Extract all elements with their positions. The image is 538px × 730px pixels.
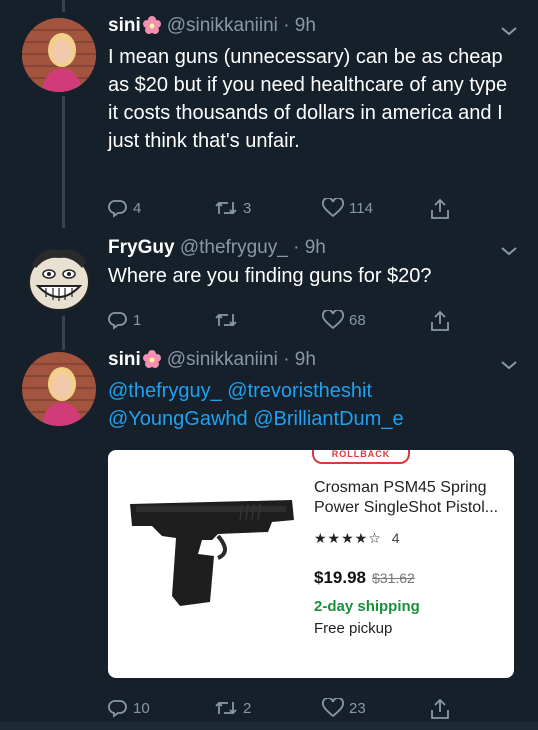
avatar[interactable] — [22, 352, 96, 426]
separator-dot: · — [283, 15, 290, 36]
retweet-button[interactable]: 2 — [214, 698, 251, 718]
flower-emoji-icon — [142, 350, 161, 375]
reply-icon — [108, 312, 127, 330]
pickup-info: Free pickup — [314, 620, 393, 637]
heart-icon — [322, 698, 344, 718]
star-icons: ★★★★☆ — [314, 530, 382, 546]
timestamp[interactable]: 9h — [295, 349, 316, 370]
tweet[interactable]: FryGuy @thefryguy_ · 9h Where are you fi… — [0, 230, 538, 350]
tweet-actions: 10 2 23 — [108, 698, 450, 722]
retweet-icon — [215, 701, 237, 715]
reply-button[interactable]: 4 — [108, 198, 141, 218]
timestamp[interactable]: 9h — [295, 15, 316, 36]
share-icon — [431, 198, 449, 219]
reply-count: 4 — [133, 199, 142, 217]
retweet-icon — [215, 201, 237, 215]
reply-icon — [108, 200, 127, 218]
current-price: $19.98 — [314, 568, 366, 587]
like-count: 23 — [349, 699, 366, 717]
retweet-button[interactable] — [214, 310, 243, 330]
reply-count: 10 — [133, 699, 150, 717]
reply-button[interactable]: 10 — [108, 698, 150, 718]
share-icon — [431, 698, 449, 719]
tweet[interactable]: sini @sinikkaniini · 9h I mean guns (unne… — [0, 0, 538, 230]
separator-dot: · — [283, 349, 290, 370]
share-icon — [431, 310, 449, 331]
heart-icon — [322, 310, 344, 330]
flower-emoji-icon — [142, 16, 161, 41]
chevron-down-icon[interactable] — [500, 358, 518, 370]
display-name[interactable]: sini — [108, 349, 141, 370]
like-count: 114 — [349, 199, 373, 217]
reply-count: 1 — [133, 311, 142, 329]
username[interactable]: @thefryguy_ — [180, 237, 288, 258]
old-price: $31.62 — [372, 570, 415, 586]
share-button[interactable] — [430, 698, 450, 720]
reply-icon — [108, 700, 127, 718]
display-name[interactable]: FryGuy — [108, 237, 175, 258]
retweet-count: 2 — [243, 699, 252, 717]
chevron-down-icon[interactable] — [500, 244, 518, 256]
share-button[interactable] — [430, 310, 450, 332]
heart-icon — [322, 198, 344, 218]
rollback-badge: ROLLBACK — [312, 450, 410, 464]
tweet-actions: 1 68 — [108, 310, 450, 334]
retweet-count: 3 — [243, 199, 252, 217]
next-tweet-edge — [0, 722, 538, 730]
rating-stars: ★★★★☆ 4 — [314, 530, 401, 547]
retweet-button[interactable]: 3 — [214, 198, 251, 218]
product-title: Crosman PSM45 Spring Power SingleShot Pi… — [314, 479, 499, 516]
retweet-icon — [215, 313, 237, 327]
display-name[interactable]: sini — [108, 15, 141, 36]
username[interactable]: @sinikkaniini — [167, 15, 278, 36]
like-button[interactable]: 23 — [322, 698, 366, 718]
share-button[interactable] — [430, 198, 450, 220]
shipping-info: 2-day shipping — [314, 598, 420, 615]
tweet-text: I mean guns (unnecessary) can be as chea… — [108, 46, 508, 152]
like-button[interactable]: 114 — [322, 198, 373, 218]
product-price: $19.98 $31.62 — [314, 568, 415, 588]
avatar[interactable] — [22, 18, 96, 92]
like-button[interactable]: 68 — [322, 310, 366, 330]
tweet-actions: 4 3 114 — [108, 198, 450, 222]
mention-links[interactable]: @thefryguy_ @trevoristheshit — [108, 377, 514, 405]
timestamp[interactable]: 9h — [305, 237, 326, 258]
chevron-down-icon[interactable] — [500, 24, 518, 36]
pistol-image — [122, 474, 302, 614]
reply-button[interactable]: 1 — [108, 310, 141, 330]
mention-links[interactable]: @YoungGawhd @BrilliantDum_e — [108, 405, 514, 433]
username[interactable]: @sinikkaniini — [167, 349, 278, 370]
avatar[interactable] — [22, 242, 96, 316]
like-count: 68 — [349, 311, 366, 329]
separator-dot: · — [293, 237, 300, 258]
attached-image-card[interactable]: ROLLBACK Crosman PSM45 Spring Power Sing… — [108, 450, 514, 678]
rating-count: 4 — [391, 530, 401, 546]
tweet-text: Where are you finding guns for $20? — [108, 265, 432, 287]
